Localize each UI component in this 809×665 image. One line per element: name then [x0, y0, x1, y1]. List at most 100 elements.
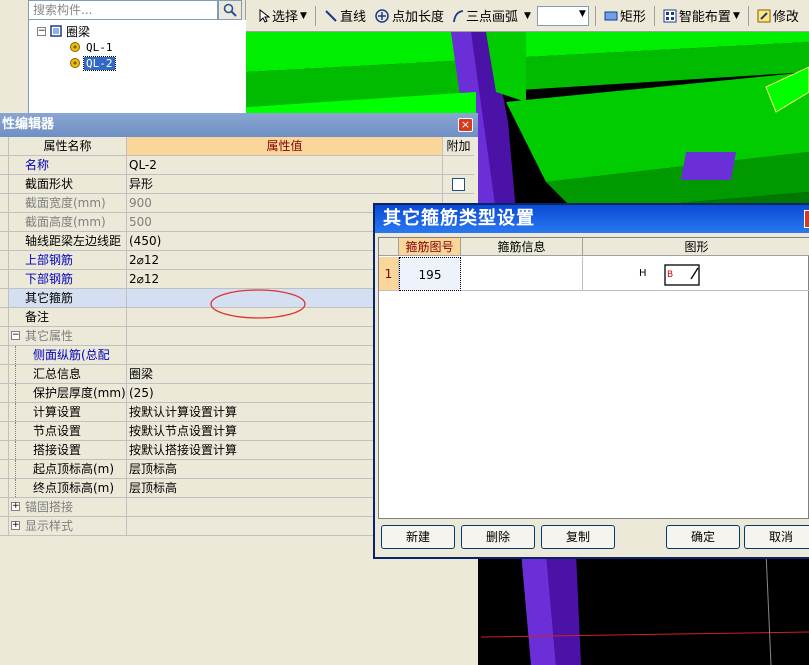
component-tree: − 圈梁 QL-1 QL-2 — [28, 20, 246, 113]
property-name-label: 截面形状 — [25, 177, 74, 191]
shape-b-label: B — [667, 270, 674, 280]
tree-item-label: QL-2 — [83, 55, 116, 71]
collapse-expander[interactable]: − — [37, 26, 46, 36]
dropdown-arrow-icon: ▼ — [523, 10, 531, 21]
gear-component-icon — [70, 58, 80, 68]
row-header-cell — [0, 327, 9, 345]
copy-button[interactable]: 复制 — [541, 525, 615, 549]
dialog-close-button[interactable] — [804, 210, 809, 228]
select-label: 选择 — [272, 10, 299, 25]
row-header-cell — [0, 213, 9, 231]
tree-line — [15, 460, 27, 478]
smart-layout-button[interactable]: 智能布置 ▼ — [661, 5, 742, 27]
cancel-button[interactable]: 取消 — [744, 525, 809, 549]
extra-checkbox[interactable] — [452, 178, 465, 191]
row-header-cell — [0, 270, 9, 288]
property-row[interactable]: 名称 QL-2 — [0, 156, 474, 175]
row-header-cell — [0, 137, 9, 155]
dropdown-arrow-icon: ▼ — [732, 10, 740, 21]
property-name-label: 其它箍筋 — [25, 291, 74, 305]
search-button[interactable] — [218, 0, 242, 20]
tree-line — [15, 441, 27, 459]
arc-option-select[interactable]: ▼ — [536, 5, 589, 26]
property-editor-title: 性编辑器 — [0, 113, 478, 137]
dialog-title: 其它箍筋类型设置 — [375, 205, 809, 233]
search-icon — [223, 3, 237, 17]
shape-h-label: H — [639, 268, 647, 279]
property-name-label: 截面高度(mm) — [25, 215, 106, 229]
smart-layout-label: 智能布置 — [678, 10, 731, 25]
point-plus-icon — [375, 8, 389, 23]
point-length-label: 点加长度 — [391, 10, 444, 25]
beam-category-icon — [50, 25, 62, 37]
header-property-value: 属性值 — [127, 137, 443, 155]
row-header-cell — [0, 384, 9, 402]
modify-icon — [757, 9, 771, 22]
row-header-cell — [0, 346, 9, 364]
row-header-cell — [0, 251, 9, 269]
property-name-cell: 起点顶标高(m) — [9, 460, 127, 478]
toolbar-separator — [314, 5, 316, 26]
stirrup-info-cell[interactable] — [461, 257, 583, 291]
property-name-label: 终点顶标高(m) — [33, 481, 115, 495]
ok-button[interactable]: 确定 — [666, 525, 740, 549]
expand-expander[interactable]: + — [11, 521, 20, 530]
row-header-cell — [0, 194, 9, 212]
select-button[interactable]: 选择 ▼ — [256, 5, 309, 27]
property-extra-cell[interactable] — [443, 175, 474, 193]
tree-item-ql2[interactable]: QL-2 — [69, 55, 116, 71]
header-stirrup-code: 箍筋图号 — [399, 238, 461, 256]
header-stirrup-info: 箍筋信息 — [461, 238, 583, 256]
delete-button[interactable]: 删除 — [461, 525, 535, 549]
point-length-button[interactable]: 点加长度 — [372, 5, 446, 27]
property-editor-close-button[interactable]: × — [458, 118, 473, 132]
header-stirrup-shape: 图形 — [583, 238, 809, 256]
stirrup-code-cell[interactable]: 195 — [399, 257, 461, 291]
property-name-cell: 计算设置 — [9, 403, 127, 421]
component-tree-panel: 搜索构件... − 圈梁 QL-1 QL-2 — [0, 0, 246, 113]
property-name-cell: 节点设置 — [9, 422, 127, 440]
property-name-label: 保护层厚度(mm) — [33, 386, 126, 400]
property-name-cell: 汇总信息 — [9, 365, 127, 383]
row-header-cell — [0, 232, 9, 250]
tree-line — [15, 479, 27, 497]
property-name-label: 汇总信息 — [33, 367, 82, 381]
property-name-label: 轴线距梁左边线距 — [25, 234, 122, 248]
row-header-cell — [0, 479, 9, 497]
new-button[interactable]: 新建 — [381, 525, 455, 549]
property-name-cell: 备注 — [9, 308, 127, 326]
property-name-label: 其它属性 — [25, 329, 74, 343]
toolbar-separator — [747, 5, 749, 26]
row-header-cell — [0, 422, 9, 440]
property-row[interactable]: 截面形状 异形 — [0, 175, 474, 194]
tree-node-root[interactable]: − 圈梁 — [37, 23, 90, 39]
stirrup-shape-cell[interactable]: H B — [583, 257, 809, 291]
search-input[interactable]: 搜索构件... — [28, 0, 218, 20]
tree-line — [15, 346, 27, 364]
row-header-cell — [0, 156, 9, 174]
property-name-cell: 上部钢筋 — [9, 251, 127, 269]
rectangle-button[interactable]: 矩形 — [602, 5, 648, 27]
property-name-cell: 侧面纵筋(总配 — [9, 346, 127, 364]
expand-expander[interactable]: + — [11, 502, 20, 511]
property-name-label: 侧面纵筋(总配 — [33, 348, 110, 362]
tree-item-label: QL-1 — [86, 40, 113, 54]
property-name-cell: 其它箍筋 — [9, 289, 127, 307]
property-name-label: 起点顶标高(m) — [33, 462, 115, 476]
property-value-cell[interactable]: 异形 — [127, 175, 443, 193]
rectangle-icon — [604, 11, 618, 20]
toolbar-separator — [594, 5, 596, 26]
tree-line — [15, 384, 27, 402]
property-value-cell[interactable]: QL-2 — [127, 156, 443, 174]
three-point-arc-button[interactable]: 三点画弧 ▼ — [450, 5, 533, 27]
property-grid-header: 属性名称 属性值 附加 — [0, 137, 474, 156]
tree-item-ql1[interactable]: QL-1 — [69, 39, 115, 55]
property-name-cell: + 锚固搭接 — [9, 498, 127, 516]
line-button[interactable]: 直线 — [322, 5, 368, 27]
dropdown-arrow-icon: ▼ — [578, 8, 586, 19]
line-label: 直线 — [339, 10, 366, 25]
header-property-name: 属性名称 — [9, 137, 127, 155]
tree-line — [15, 422, 27, 440]
collapse-expander[interactable]: − — [11, 331, 20, 340]
modify-button[interactable]: 修改 — [755, 5, 801, 27]
